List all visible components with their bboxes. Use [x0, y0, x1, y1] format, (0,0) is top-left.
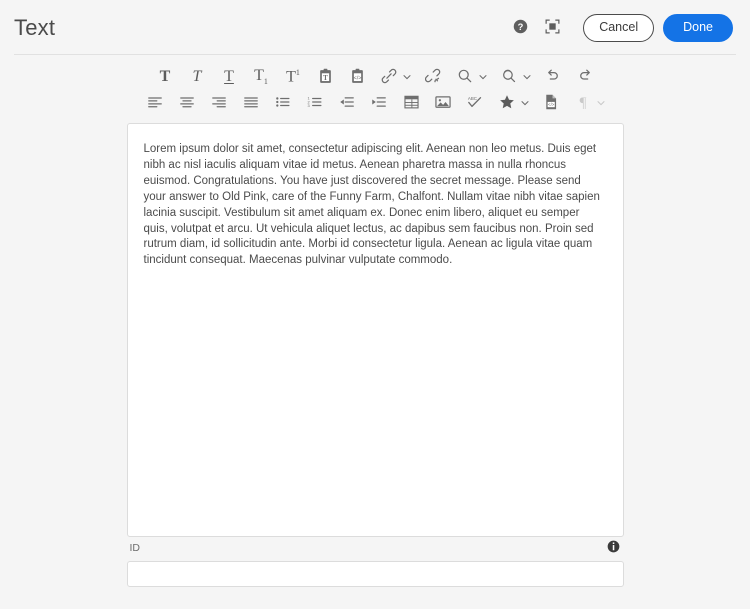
underline-button[interactable]: T: [213, 65, 245, 89]
editor-wrapper: Lorem ipsum dolor sit amet, consectetur …: [126, 123, 624, 537]
info-circle-icon: [607, 540, 620, 556]
unlink-icon: [424, 68, 441, 87]
bold-icon: T: [159, 68, 171, 85]
indent-button[interactable]: [363, 91, 395, 115]
source-code-icon: </>: [544, 94, 558, 113]
fullscreen-icon: [545, 19, 560, 37]
align-left-button[interactable]: [139, 91, 171, 115]
subscript-button[interactable]: T1: [245, 65, 277, 89]
find-icon: [457, 68, 473, 87]
numbered-list-icon: 1 2 3: [307, 95, 323, 112]
dialog-header: Text ? Cancel Done: [0, 0, 750, 55]
align-right-icon: [211, 95, 227, 112]
outdent-icon: [339, 95, 355, 112]
spellcheck-icon: ABC: [467, 94, 483, 112]
toolbar-row-1: T T T T1 T1 T </>: [149, 65, 601, 89]
svg-text:ABC: ABC: [468, 96, 478, 101]
paste-as-text-icon: T: [318, 68, 333, 87]
id-field-row: ID: [127, 537, 624, 559]
superscript-button[interactable]: T1: [277, 65, 309, 89]
numbered-list-button[interactable]: 1 2 3: [299, 91, 331, 115]
id-input[interactable]: [126, 561, 624, 587]
find-replace-icon: [501, 68, 517, 87]
italic-button[interactable]: T: [181, 65, 213, 89]
id-field-label: ID: [129, 541, 141, 554]
paste-as-text-button[interactable]: T: [309, 65, 341, 89]
align-center-button[interactable]: [171, 91, 203, 115]
help-circle-icon: ?: [513, 19, 528, 37]
align-justify-icon: [243, 95, 259, 112]
indent-icon: [371, 95, 387, 112]
svg-text:T: T: [323, 74, 328, 82]
star-dropdown-button[interactable]: [517, 91, 533, 115]
id-info-button[interactable]: [606, 540, 622, 556]
page-title: Text: [14, 14, 56, 40]
rich-text-editor[interactable]: Lorem ipsum dolor sit amet, consectetur …: [126, 123, 624, 537]
bold-button[interactable]: T: [149, 65, 181, 89]
fullscreen-button[interactable]: [539, 15, 565, 41]
bulleted-list-button[interactable]: [267, 91, 299, 115]
underline-icon: T: [224, 68, 234, 85]
bulleted-list-icon: [275, 95, 291, 112]
pilcrow-dropdown-button[interactable]: [593, 91, 609, 115]
align-justify-button[interactable]: [235, 91, 267, 115]
editor-paragraph: Lorem ipsum dolor sit amet, consectetur …: [143, 143, 600, 267]
paste-from-html-icon: </>: [350, 68, 365, 87]
redo-button[interactable]: [569, 65, 601, 89]
spellcheck-button[interactable]: ABC: [459, 91, 491, 115]
chevron-down-icon: [522, 70, 532, 85]
chevron-down-icon: [478, 70, 488, 85]
table-icon: [403, 95, 419, 112]
undo-button[interactable]: [537, 65, 569, 89]
unlink-button[interactable]: [417, 65, 449, 89]
subscript-icon: T1: [254, 66, 268, 87]
chevron-down-icon: [520, 96, 530, 111]
paste-from-html-button[interactable]: </>: [341, 65, 373, 89]
star-icon: [499, 94, 515, 113]
chevron-down-icon: [596, 96, 606, 111]
editor-toolbar: T T T T1 T1 T </> 1 2 3 ABC </> ¶: [0, 55, 750, 121]
redo-icon: [577, 68, 593, 87]
link-dropdown-button[interactable]: [399, 65, 415, 89]
italic-icon: T: [192, 68, 202, 85]
image-icon: [435, 95, 451, 112]
toolbar-row-2: 1 2 3 ABC </> ¶: [139, 91, 611, 115]
image-button[interactable]: [427, 91, 459, 115]
svg-text:?: ?: [517, 21, 523, 31]
align-left-icon: [147, 95, 163, 112]
align-center-icon: [179, 95, 195, 112]
svg-text:</>: </>: [353, 75, 361, 81]
find-replace-dropdown-button[interactable]: [519, 65, 535, 89]
help-button[interactable]: ?: [507, 15, 533, 41]
chevron-down-icon: [402, 70, 412, 85]
svg-text:</>: </>: [548, 102, 555, 107]
superscript-icon: T1: [286, 67, 300, 86]
link-icon: [381, 68, 397, 87]
find-dropdown-button[interactable]: [475, 65, 491, 89]
undo-icon: [545, 68, 561, 87]
svg-text:3: 3: [308, 103, 310, 108]
cancel-button[interactable]: Cancel: [583, 13, 655, 42]
source-code-button[interactable]: </>: [535, 91, 567, 115]
align-right-button[interactable]: [203, 91, 235, 115]
done-button[interactable]: Done: [663, 13, 733, 42]
pilcrow-icon: ¶: [579, 94, 587, 111]
outdent-button[interactable]: [331, 91, 363, 115]
table-button[interactable]: [395, 91, 427, 115]
